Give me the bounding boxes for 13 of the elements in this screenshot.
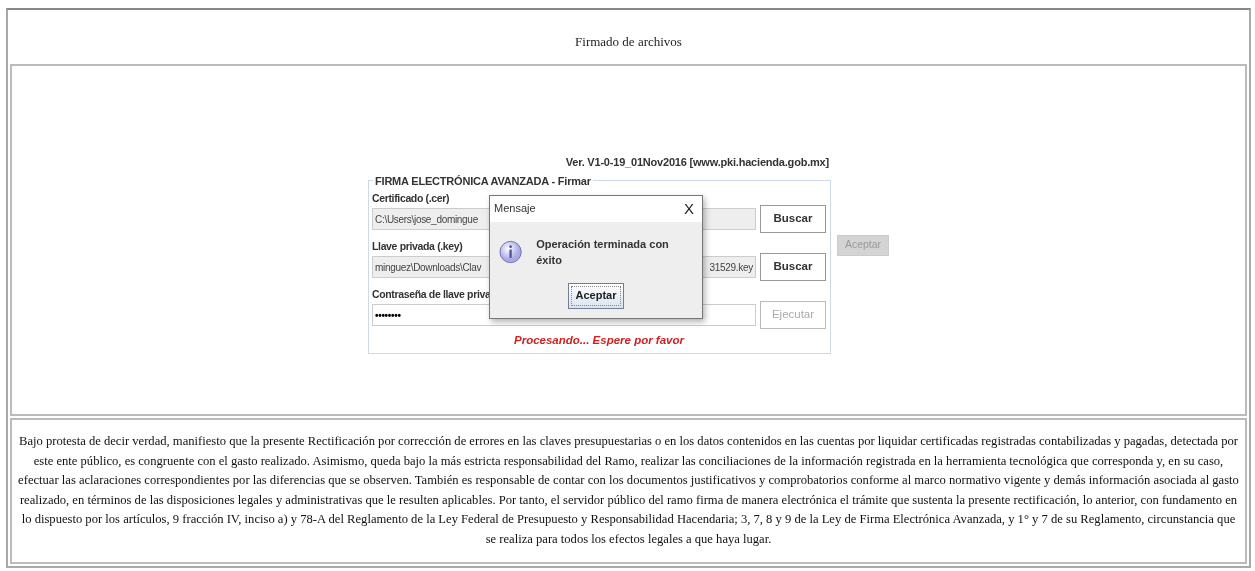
info-icon [499,240,523,264]
declaration-text: Bajo protesta de decir verdad, manifiesto que la presente Rectificación por corrección de errores en las claves presupuestarias o en los datos contenidos en las cuentas por liquidar certificadas registradas contabilizadas y pagadas, detectada por este ente público, es congruente con el gasto realizado. Asimismo, queda bajo la más estricta responsabilidad del Ramo, realizar las conciliaciones de la información registrada en la herramienta tecnológica que corresponda y, en su caso, efectuar las aclaraciones correspondientes por las diferencias que se observen. También es responsable de contar con los documentos justificativos y comprobatorios conforme al marco normativo vigente y demás información asociada al gasto realizado, en términos de las disposiciones legales y administrativas que le resulten aplicables. Por tanto, el servidor público del ramo firma de manera electrónica el trámite que sustenta la presente rectificación, lo anterior, con fundamento en lo dispuesto por los artículos, 9 fracción IV, inciso a) y 78-A del Reglamento de la Ley Federal de Presupuesto y Responsabilidad Hacendaria; 3, 7, 8 y 9 de la Ley de Firma Electrónica Avanzada, y 1° y 7 de su Reglamento, circunstancia que se realiza para todos los efectos legales a que haya lugar. [18,433,1239,548]
ok-button[interactable]: Aceptar [568,282,624,309]
status-message: Procesando... Espere por favor [513,333,686,348]
browse-button[interactable]: Buscar [760,253,826,281]
version-text: Ver. V1-0-19_01Nov2016 [www.pki.hacienda.gob.mx] [564,154,830,170]
browse-button[interactable]: Buscar [760,205,826,233]
dialog-message: Operación terminada con éxito [536,236,670,268]
close-button[interactable]: X [680,201,698,216]
field-label: Llave privada (.key) [372,239,463,253]
field-label: Certificado (.cer) [372,191,450,205]
page-title: Firmado de archivos [574,33,683,51]
dialog-title: Mensaje [494,201,536,217]
